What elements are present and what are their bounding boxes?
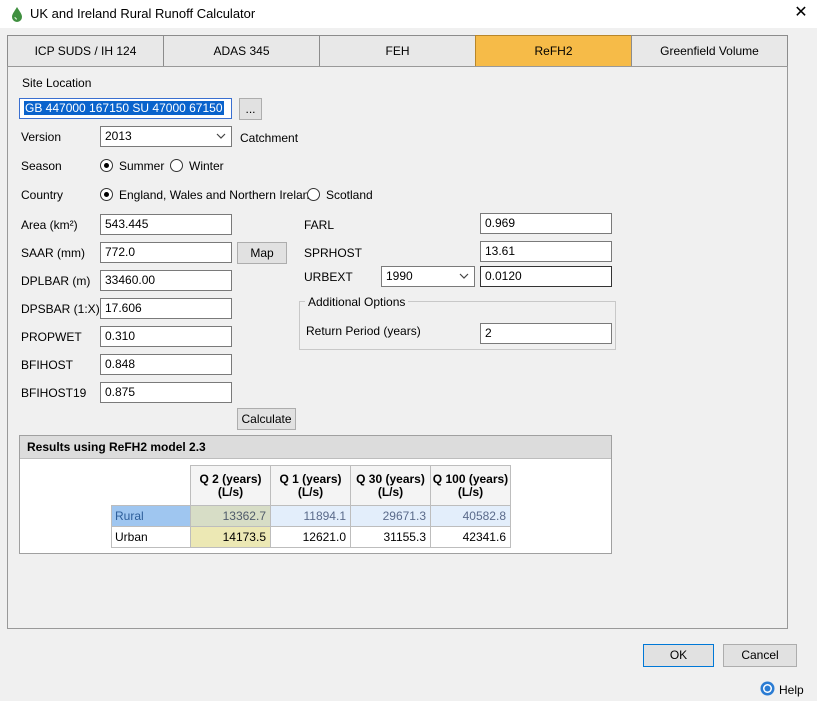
cell: 42341.6 bbox=[430, 526, 511, 548]
water-drop-icon bbox=[12, 7, 22, 22]
window-title: UK and Ireland Rural Runoff Calculator bbox=[30, 6, 256, 21]
site-location-input[interactable]: GB 447000 167150 SU 47000 67150 bbox=[19, 98, 232, 119]
tab-icp-suds[interactable]: ICP SUDS / IH 124 bbox=[7, 35, 164, 67]
sprhost-label: SPRHOST bbox=[304, 246, 363, 260]
area-input[interactable]: 543.445 bbox=[100, 214, 232, 235]
version-select[interactable]: 2013 bbox=[100, 126, 232, 147]
urbext-year-select[interactable]: 1990 bbox=[381, 266, 475, 287]
results-title: Results using ReFH2 model 2.3 bbox=[20, 436, 611, 459]
catchment-label: Catchment bbox=[240, 131, 299, 145]
col-q2[interactable]: Q 2 (years) (L/s) bbox=[190, 465, 271, 506]
country-ewni-label: England, Wales and Northern Ireland bbox=[119, 188, 317, 202]
dplbar-label: DPLBAR (m) bbox=[21, 274, 91, 288]
area-label: Area (km²) bbox=[21, 218, 78, 232]
calculate-button[interactable]: Calculate bbox=[237, 408, 296, 430]
tab-feh[interactable]: FEH bbox=[319, 35, 476, 67]
map-button[interactable]: Map bbox=[237, 242, 287, 264]
season-winter-label: Winter bbox=[189, 159, 224, 173]
bfihost-label: BFIHOST bbox=[21, 358, 74, 372]
saar-label: SAAR (mm) bbox=[21, 246, 85, 260]
results-table: Q 2 (years) (L/s) Q 1 (years) (L/s) Q 30… bbox=[111, 465, 511, 548]
version-label: Version bbox=[21, 130, 62, 144]
results-panel: Results using ReFH2 model 2.3 Q 2 (years… bbox=[19, 435, 612, 554]
tab-adas-345[interactable]: ADAS 345 bbox=[163, 35, 320, 67]
table-row[interactable]: Rural 13362.7 11894.1 29671.3 40582.8 bbox=[111, 505, 511, 527]
bfihost19-input[interactable]: 0.875 bbox=[100, 382, 232, 403]
saar-input[interactable]: 772.0 bbox=[100, 242, 232, 263]
help-icon[interactable] bbox=[760, 681, 775, 696]
tab-strip: ICP SUDS / IH 124 ADAS 345 FEH ReFH2 Gre… bbox=[7, 35, 788, 67]
propwet-input[interactable]: 0.310 bbox=[100, 326, 232, 347]
cell: 29671.3 bbox=[350, 505, 431, 527]
cell: 14173.5 bbox=[190, 526, 271, 548]
season-summer-label: Summer bbox=[119, 159, 165, 173]
col-q100[interactable]: Q 100 (years) (L/s) bbox=[430, 465, 511, 506]
return-period-label: Return Period (years) bbox=[306, 324, 421, 338]
urbext-input[interactable]: 0.0120 bbox=[480, 266, 612, 287]
cell: 12621.0 bbox=[270, 526, 351, 548]
dpsbar-label: DPSBAR (1:X) bbox=[21, 302, 100, 316]
farl-label: FARL bbox=[304, 218, 335, 232]
help-link[interactable]: Help bbox=[779, 683, 804, 697]
urbext-label: URBEXT bbox=[304, 270, 353, 284]
dplbar-input[interactable]: 33460.00 bbox=[100, 270, 232, 291]
season-winter-radio[interactable] bbox=[170, 159, 183, 172]
country-scotland-radio[interactable] bbox=[307, 188, 320, 201]
propwet-label: PROPWET bbox=[21, 330, 82, 344]
tab-greenfield-volume[interactable]: Greenfield Volume bbox=[631, 35, 788, 67]
country-label: Country bbox=[21, 188, 64, 202]
cell: 13362.7 bbox=[190, 505, 271, 527]
chevron-down-icon bbox=[459, 273, 469, 279]
return-period-input[interactable]: 2 bbox=[480, 323, 612, 344]
country-ewni-radio[interactable] bbox=[100, 188, 113, 201]
cancel-button[interactable]: Cancel bbox=[723, 644, 797, 667]
bfihost-input[interactable]: 0.848 bbox=[100, 354, 232, 375]
results-corner bbox=[111, 465, 191, 506]
table-row[interactable]: Urban 14173.5 12621.0 31155.3 42341.6 bbox=[111, 526, 511, 548]
chevron-down-icon bbox=[216, 133, 226, 139]
country-scotland-label: Scotland bbox=[326, 188, 373, 202]
cell: 11894.1 bbox=[270, 505, 351, 527]
farl-input[interactable]: 0.969 bbox=[480, 213, 612, 234]
bfihost19-label: BFIHOST19 bbox=[21, 386, 87, 400]
col-q30[interactable]: Q 30 (years) (L/s) bbox=[350, 465, 431, 506]
cell: 31155.3 bbox=[350, 526, 431, 548]
site-browse-button[interactable]: ... bbox=[239, 98, 262, 120]
ok-button[interactable]: OK bbox=[643, 644, 714, 667]
tab-refh2[interactable]: ReFH2 bbox=[475, 35, 632, 67]
col-q1[interactable]: Q 1 (years) (L/s) bbox=[270, 465, 351, 506]
season-label: Season bbox=[21, 159, 62, 173]
close-icon[interactable]: ✕ bbox=[788, 3, 814, 25]
sprhost-input[interactable]: 13.61 bbox=[480, 241, 612, 262]
dpsbar-input[interactable]: 17.606 bbox=[100, 298, 232, 319]
additional-options-title: Additional Options bbox=[305, 295, 409, 309]
row-header-urban: Urban bbox=[111, 526, 191, 548]
row-header-rural: Rural bbox=[111, 505, 191, 527]
cell: 40582.8 bbox=[430, 505, 511, 527]
season-summer-radio[interactable] bbox=[100, 159, 113, 172]
site-location-label: Site Location bbox=[22, 76, 92, 90]
